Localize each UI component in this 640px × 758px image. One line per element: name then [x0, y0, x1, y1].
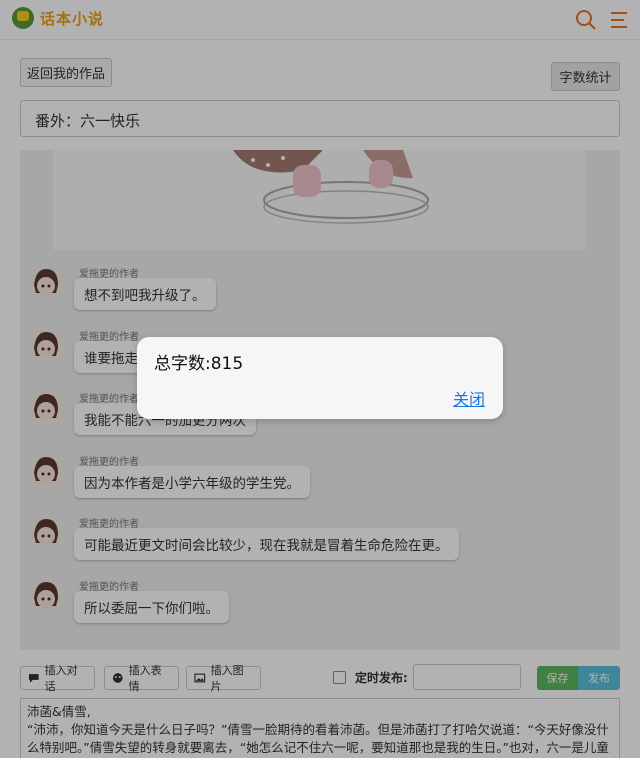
- dialog-message: 总字数:815: [154, 354, 244, 374]
- word-count-dialog: 总字数:815 关闭: [137, 337, 503, 419]
- dialog-close-link[interactable]: 关闭: [453, 386, 485, 410]
